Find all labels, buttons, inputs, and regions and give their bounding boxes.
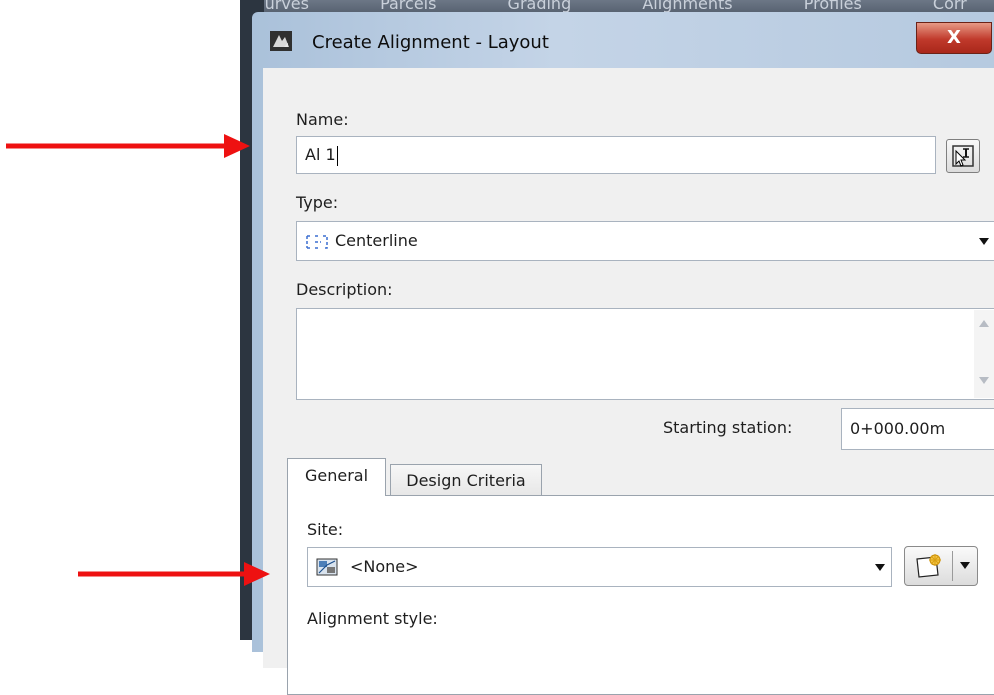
description-scrollbar[interactable]	[974, 310, 994, 398]
split-button-separator	[952, 551, 953, 581]
name-label: Name:	[296, 110, 349, 129]
description-label: Description:	[296, 280, 393, 299]
pick-from-drawing-button[interactable]	[946, 139, 980, 173]
starting-station-input[interactable]: 0+000.00m	[841, 408, 994, 450]
dialog-titlebar[interactable]: Create Alignment - Layout X	[252, 12, 994, 68]
starting-station-label: Starting station:	[663, 418, 793, 437]
site-value: <None>	[350, 557, 419, 576]
create-alignment-dialog: Create Alignment - Layout X Name: Al 1 T…	[252, 12, 994, 695]
scroll-down-icon[interactable]	[979, 377, 989, 384]
site-label: Site:	[307, 520, 344, 539]
site-icon	[316, 558, 338, 576]
create-site-icon	[916, 554, 941, 578]
close-icon: X	[947, 27, 961, 48]
chevron-down-icon	[979, 238, 989, 245]
chevron-down-icon	[875, 564, 885, 571]
alignment-style-label: Alignment style:	[307, 609, 438, 628]
centerline-type-icon	[306, 235, 328, 249]
text-caret	[336, 145, 338, 166]
tab-general[interactable]: General	[287, 458, 386, 496]
name-input[interactable]: Al 1	[296, 136, 936, 174]
name-value: Al 1	[305, 145, 336, 164]
general-tab-panel	[287, 495, 994, 695]
tab-design-criteria[interactable]: Design Criteria	[390, 464, 542, 498]
type-value: Centerline	[335, 231, 418, 250]
scroll-up-icon[interactable]	[979, 320, 989, 327]
civil3d-app-icon	[270, 31, 292, 51]
annotation-arrow-icon	[6, 134, 250, 158]
annotation-arrow-icon	[78, 562, 270, 586]
dialog-title: Create Alignment - Layout	[312, 32, 549, 53]
type-label: Type:	[296, 193, 339, 212]
dialog-client-area: Name: Al 1 Type: Centerline Description:	[263, 68, 994, 695]
starting-station-value: 0+000.00m	[850, 419, 946, 438]
chevron-down-icon[interactable]	[960, 562, 970, 569]
pick-from-drawing-icon	[952, 145, 974, 167]
create-site-button[interactable]	[904, 546, 978, 586]
close-button[interactable]: X	[916, 22, 992, 54]
site-select[interactable]: <None>	[307, 547, 892, 587]
type-select[interactable]: Centerline	[296, 221, 994, 261]
description-textarea[interactable]	[296, 308, 994, 400]
